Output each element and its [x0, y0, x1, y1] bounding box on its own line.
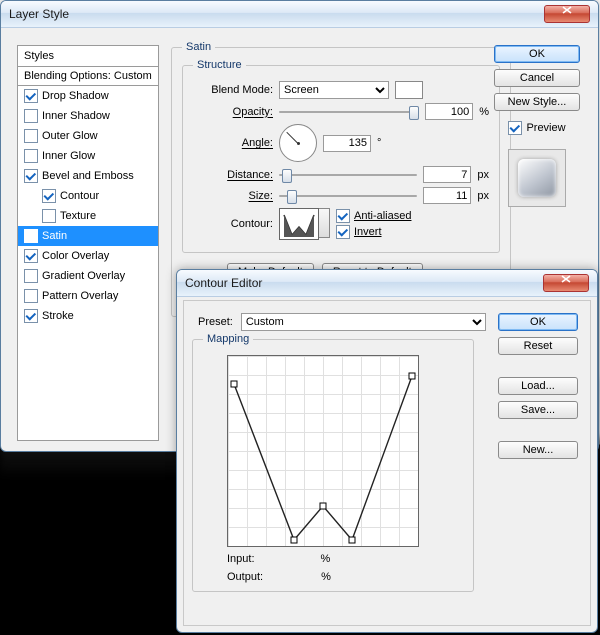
new-style-button[interactable]: New Style... [494, 93, 580, 111]
preview-checkbox[interactable]: Preview [494, 121, 580, 135]
contour-dropdown-icon[interactable] [319, 208, 330, 238]
style-item-contour[interactable]: Contour [18, 186, 158, 206]
style-item-texture[interactable]: Texture [18, 206, 158, 226]
style-item-label: Color Overlay [42, 250, 109, 262]
opacity-slider[interactable] [279, 105, 419, 119]
blend-mode-label: Blend Mode: [193, 84, 273, 96]
style-item-label: Gradient Overlay [42, 270, 125, 282]
close-button[interactable] [543, 274, 589, 292]
styles-header[interactable]: Styles [18, 46, 158, 67]
style-item-bevel-and-emboss[interactable]: Bevel and Emboss [18, 166, 158, 186]
style-item-color-overlay[interactable]: Color Overlay [18, 246, 158, 266]
styles-list: Styles Blending Options: Custom Drop Sha… [17, 45, 159, 441]
contour-swatch[interactable] [279, 208, 319, 240]
contour-editor-dialog: Contour Editor Preset: Custom Mapping [176, 269, 598, 633]
style-item-label: Inner Glow [42, 150, 95, 162]
size-slider[interactable] [279, 189, 417, 203]
close-button[interactable] [544, 5, 590, 23]
blending-options-row[interactable]: Blending Options: Custom [18, 67, 158, 86]
new-button[interactable]: New... [498, 441, 578, 459]
checkbox-icon [336, 225, 350, 239]
checkbox-icon [24, 149, 38, 163]
blending-options-label: Blending Options: Custom [24, 70, 152, 82]
style-item-label: Inner Shadow [42, 110, 110, 122]
style-item-label: Bevel and Emboss [42, 170, 134, 182]
style-item-label: Satin [42, 230, 67, 242]
preset-label: Preset: [198, 316, 233, 328]
style-item-label: Drop Shadow [42, 90, 109, 102]
style-item-label: Texture [60, 210, 96, 222]
opacity-unit: % [479, 106, 489, 118]
style-item-drop-shadow[interactable]: Drop Shadow [18, 86, 158, 106]
checkbox-icon [24, 249, 38, 263]
style-item-inner-glow[interactable]: Inner Glow [18, 146, 158, 166]
style-item-label: Outer Glow [42, 130, 98, 142]
size-unit: px [477, 190, 489, 202]
load-button[interactable]: Load... [498, 377, 578, 395]
input-unit: % [321, 553, 331, 565]
checkbox-icon [24, 229, 38, 243]
output-label: Output: [227, 571, 263, 583]
structure-group: Structure Blend Mode: Screen Opacity: % … [182, 59, 500, 253]
cancel-button[interactable]: Cancel [494, 69, 580, 87]
checkbox-icon [508, 121, 522, 135]
distance-input[interactable] [423, 166, 471, 183]
distance-unit: px [477, 169, 489, 181]
ok-button[interactable]: OK [494, 45, 580, 63]
angle-input[interactable] [323, 135, 371, 152]
checkbox-icon [24, 169, 38, 183]
blend-color-swatch[interactable] [395, 81, 423, 99]
output-unit: % [321, 571, 331, 583]
mapping-legend: Mapping [203, 333, 253, 345]
structure-legend: Structure [193, 59, 246, 71]
style-item-label: Contour [60, 190, 99, 202]
style-item-label: Stroke [42, 310, 74, 322]
mapping-graph[interactable] [227, 355, 419, 547]
style-item-inner-shadow[interactable]: Inner Shadow [18, 106, 158, 126]
angle-unit: ° [377, 137, 381, 149]
style-item-stroke[interactable]: Stroke [18, 306, 158, 326]
checkbox-icon [24, 289, 38, 303]
style-item-label: Pattern Overlay [42, 290, 118, 302]
contour-editor-titlebar[interactable]: Contour Editor [177, 270, 597, 297]
checkbox-icon [24, 109, 38, 123]
style-item-pattern-overlay[interactable]: Pattern Overlay [18, 286, 158, 306]
checkbox-icon [24, 129, 38, 143]
reset-button[interactable]: Reset [498, 337, 578, 355]
save-button[interactable]: Save... [498, 401, 578, 419]
opacity-label[interactable]: Opacity: [193, 106, 273, 118]
layer-style-title: Layer Style [9, 7, 69, 21]
mapping-group: Mapping Input: [192, 333, 474, 592]
size-input[interactable] [423, 187, 471, 204]
checkbox-icon [42, 189, 56, 203]
input-label: Input: [227, 553, 255, 565]
size-label[interactable]: Size: [193, 190, 273, 202]
contour-label: Contour: [193, 218, 273, 230]
style-item-gradient-overlay[interactable]: Gradient Overlay [18, 266, 158, 286]
satin-legend: Satin [182, 41, 215, 53]
invert-checkbox[interactable]: Invert [336, 225, 411, 239]
checkbox-icon [336, 209, 350, 223]
distance-slider[interactable] [279, 168, 417, 182]
angle-label[interactable]: Angle: [193, 137, 273, 149]
opacity-input[interactable] [425, 103, 473, 120]
blend-mode-select[interactable]: Screen [279, 81, 389, 99]
distance-label[interactable]: Distance: [193, 169, 273, 181]
checkbox-icon [24, 89, 38, 103]
layer-style-titlebar[interactable]: Layer Style [1, 1, 598, 28]
checkbox-icon [42, 209, 56, 223]
angle-dial[interactable] [279, 124, 317, 162]
anti-aliased-checkbox[interactable]: Anti-aliased [336, 209, 411, 223]
style-item-outer-glow[interactable]: Outer Glow [18, 126, 158, 146]
checkbox-icon [24, 269, 38, 283]
contour-editor-title: Contour Editor [185, 276, 262, 290]
style-item-satin[interactable]: Satin [18, 226, 158, 246]
preview-swatch [508, 149, 566, 207]
checkbox-icon [24, 309, 38, 323]
ok-button[interactable]: OK [498, 313, 578, 331]
preset-select[interactable]: Custom [241, 313, 486, 331]
